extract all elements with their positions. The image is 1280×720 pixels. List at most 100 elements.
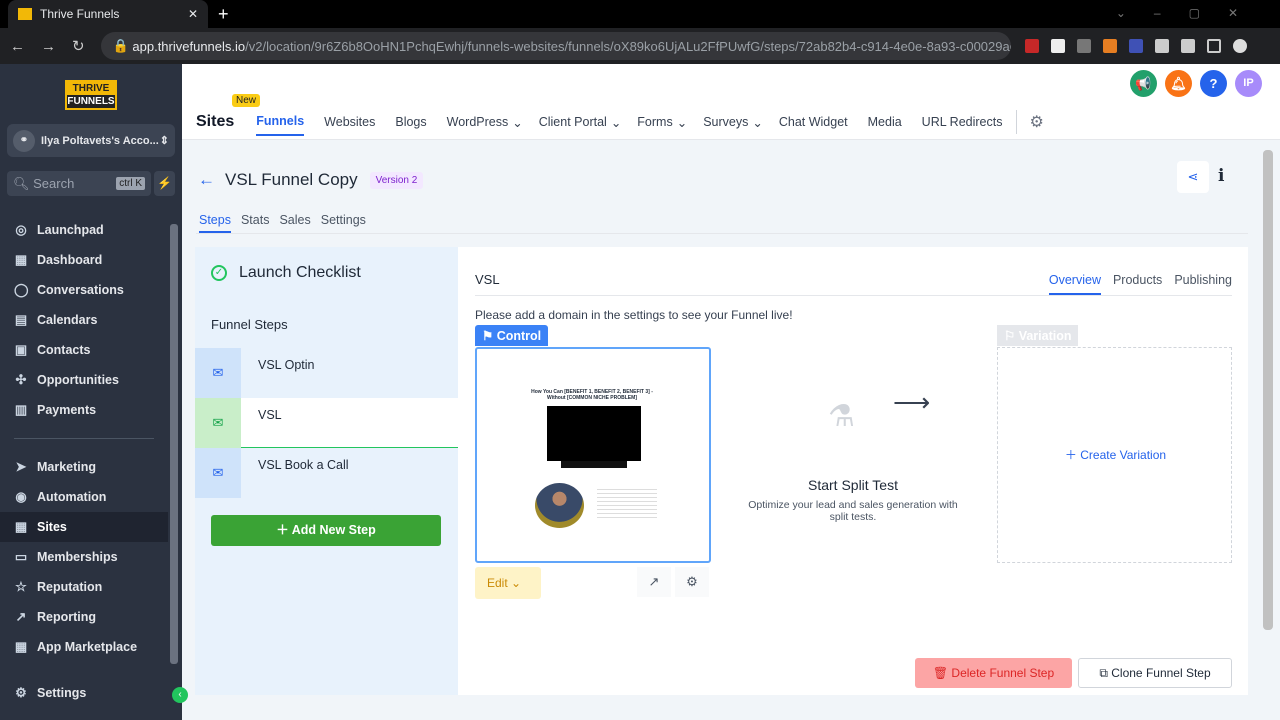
- extension-icon[interactable]: [1024, 39, 1039, 53]
- gear-icon[interactable]: ⚙: [675, 567, 709, 597]
- tab-publishing[interactable]: Publishing: [1174, 273, 1232, 295]
- metamask-icon[interactable]: [1102, 39, 1117, 53]
- forward-icon[interactable]: →: [41, 38, 56, 55]
- clone-funnel-step-button[interactable]: ⧉ Clone Funnel Step: [1078, 658, 1232, 688]
- tab-settings[interactable]: Settings: [321, 213, 366, 233]
- edit-dropdown-button[interactable]: Edit ⌄: [475, 567, 541, 599]
- nav-surveys[interactable]: Surveys: [703, 115, 748, 129]
- sidebar-item-opportunities[interactable]: ✣ Opportunities: [0, 365, 168, 395]
- account-switcher[interactable]: ⚭ Ilya Poltavets's Acco... ⇕: [7, 124, 175, 157]
- window-controls[interactable]: ⌄–▢✕: [1116, 6, 1266, 20]
- tab-products[interactable]: Products: [1113, 273, 1162, 295]
- sidebar-item-label: Automation: [37, 490, 107, 504]
- notification-bell-icon[interactable]: 🔔︎: [1165, 70, 1192, 97]
- chevron-updown-icon: ⇕: [159, 135, 169, 147]
- step-name: VSL: [475, 272, 500, 287]
- dashboard-icon: ▦: [14, 252, 28, 267]
- sidebar-item-conversations[interactable]: ◯ Conversations: [0, 275, 168, 305]
- sidebar-item-settings[interactable]: ⚙ Settings: [0, 678, 86, 708]
- avatar[interactable]: IP: [1235, 70, 1262, 97]
- settings-gear-icon[interactable]: ⚙: [1029, 112, 1043, 132]
- tab-sales[interactable]: Sales: [279, 213, 310, 233]
- nav-wordpress[interactable]: WordPress: [447, 115, 509, 129]
- sidebar-item-payments[interactable]: ▥ Payments: [0, 395, 168, 425]
- funnel-title: VSL Funnel Copy: [225, 170, 358, 189]
- variation-label: ⚐ Variation: [997, 325, 1079, 346]
- nav-forms[interactable]: Forms: [637, 115, 672, 129]
- memberships-icon: ▭: [14, 549, 28, 564]
- create-variation-button[interactable]: ＋ Create Variation: [998, 446, 1233, 463]
- funnel-step-item[interactable]: ✉ VSL Optin: [195, 348, 458, 398]
- collapse-sidebar-icon[interactable]: ‹: [172, 687, 188, 703]
- extension-icon[interactable]: [1076, 39, 1091, 53]
- tab-steps[interactable]: Steps: [199, 213, 231, 233]
- sidebar-item-memberships[interactable]: ▭ Memberships: [0, 542, 168, 572]
- add-new-step-button[interactable]: ＋ Add New Step: [211, 515, 441, 546]
- sidebar-item-label: App Marketplace: [37, 640, 138, 654]
- sidebar-item-launchpad[interactable]: ◎ Launchpad: [0, 215, 168, 245]
- nav-url-redirects[interactable]: URL Redirects: [922, 115, 1003, 129]
- sidebar-item-calendars[interactable]: ▤ Calendars: [0, 305, 168, 335]
- sidebar-item-label: Memberships: [37, 550, 118, 564]
- search-shortcut: ctrl K: [116, 177, 145, 190]
- nav-media[interactable]: Media: [868, 115, 902, 129]
- sidebar-item-contacts[interactable]: ▣ Contacts: [0, 335, 168, 365]
- extensions: [1024, 39, 1247, 53]
- step-label: VSL Optin: [258, 358, 315, 372]
- contacts-icon: ▣: [14, 342, 28, 357]
- sidebar-item-label: Sites: [37, 520, 67, 534]
- sidebar-item-reputation[interactable]: ☆ Reputation: [0, 572, 168, 602]
- funnel-step-item[interactable]: ✉ VSL Book a Call: [195, 448, 458, 498]
- sidebar-item-marketing[interactable]: ➤ Marketing: [0, 452, 168, 482]
- account-icon: ⚭: [13, 129, 35, 152]
- funnel-step-item[interactable]: ✉ VSL: [195, 398, 458, 448]
- extension-icon[interactable]: [1128, 39, 1143, 53]
- new-badge: New: [232, 94, 261, 107]
- reload-icon[interactable]: ↻: [72, 37, 85, 55]
- sidebar-item-automation[interactable]: ◉ Automation: [0, 482, 168, 512]
- sidebar-scrollbar[interactable]: [170, 224, 178, 664]
- announcement-icon[interactable]: 📢: [1130, 70, 1157, 97]
- nav-websites[interactable]: Websites: [324, 115, 375, 129]
- gear-icon: ⚙: [15, 685, 27, 700]
- help-icon[interactable]: ?: [1200, 70, 1227, 97]
- browser-tab[interactable]: Thrive Funnels ✕: [8, 0, 208, 28]
- favicon-icon: [18, 8, 32, 20]
- sidepanel-icon[interactable]: [1206, 39, 1221, 53]
- info-icon[interactable]: i: [1218, 166, 1224, 186]
- nav-client-portal[interactable]: Client Portal: [539, 115, 607, 129]
- delete-funnel-step-button[interactable]: 🗑︎ Delete Funnel Step: [915, 658, 1072, 688]
- page-scrollbar[interactable]: [1263, 150, 1273, 630]
- control-page-preview[interactable]: How You Can [BENEFIT 1, BENEFIT 2, BENEF…: [475, 347, 711, 563]
- search-placeholder: Search: [33, 176, 75, 191]
- back-icon[interactable]: ←: [10, 38, 25, 55]
- sidebar-item-app-marketplace[interactable]: ▦ App Marketplace: [0, 632, 168, 662]
- split-test-desc: Optimize your lead and sales generation …: [748, 499, 958, 523]
- nav-funnels[interactable]: Funnels: [256, 114, 305, 136]
- profile-icon[interactable]: [1232, 39, 1247, 53]
- search-input[interactable]: 🔍︎ Search ctrl K: [7, 171, 151, 196]
- sidebar-item-dashboard[interactable]: ▦ Dashboard: [0, 245, 168, 275]
- copy-icon: ⧉: [1099, 666, 1108, 680]
- sidebar-item-sites[interactable]: ▦ Sites: [0, 512, 168, 542]
- nav-blogs[interactable]: Blogs: [395, 115, 426, 129]
- tab-stats[interactable]: Stats: [241, 213, 270, 233]
- extension-icon[interactable]: [1050, 39, 1065, 53]
- close-tab-icon[interactable]: ✕: [188, 7, 198, 21]
- sidebar-item-reporting[interactable]: ↗ Reporting: [0, 602, 168, 632]
- quick-action-bolt-icon[interactable]: ⚡: [154, 171, 175, 196]
- checklist-label: Launch Checklist: [239, 264, 361, 281]
- launch-checklist[interactable]: ✓ Launch Checklist: [211, 264, 361, 282]
- new-tab-icon[interactable]: +: [218, 4, 229, 25]
- url-path: /v2/location/9r6Z6b8OoHN1PchqEwhj/funnel…: [245, 38, 1011, 54]
- back-arrow-icon[interactable]: ←: [198, 170, 215, 190]
- share-icon[interactable]: ⋖: [1177, 161, 1209, 193]
- puzzle-icon[interactable]: [1154, 39, 1169, 53]
- nav-chat-widget[interactable]: Chat Widget: [779, 115, 848, 129]
- open-external-icon[interactable]: ↗: [637, 567, 671, 597]
- download-icon[interactable]: [1180, 39, 1195, 53]
- tab-overview[interactable]: Overview: [1048, 273, 1101, 295]
- url-input[interactable]: 🔒 app.thrivefunnels.io/v2/location/9r6Z6…: [100, 32, 1011, 60]
- reputation-icon: ☆: [15, 579, 27, 594]
- version-badge: Version 2: [369, 171, 424, 189]
